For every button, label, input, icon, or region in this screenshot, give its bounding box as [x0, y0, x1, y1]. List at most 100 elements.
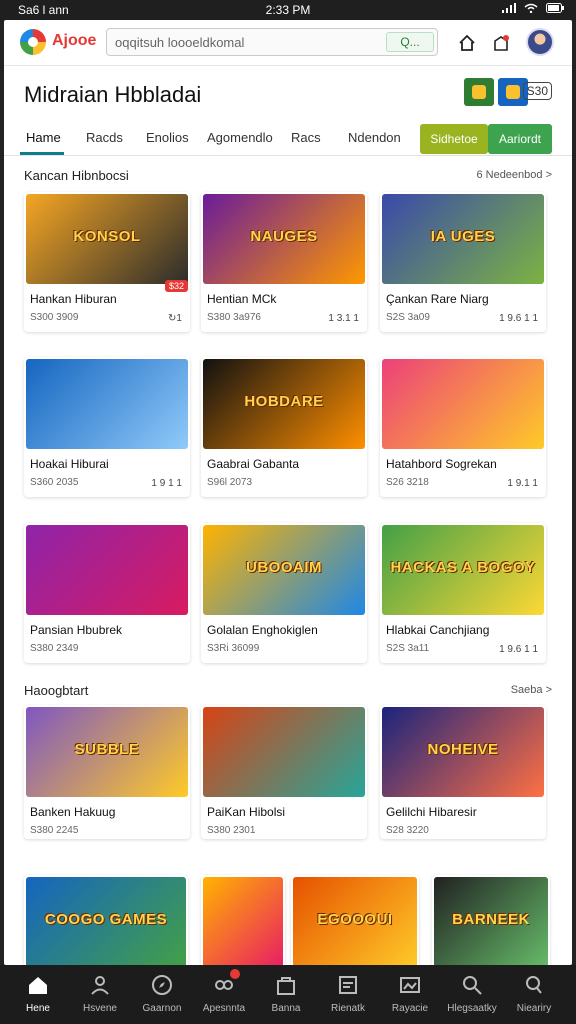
game-title[interactable]: Pansian Hbubrek [30, 623, 122, 637]
game-thumbnail[interactable]: NOHEIVE [382, 707, 544, 797]
home-icon[interactable] [454, 30, 480, 56]
thumbnail-title-art: KONSOL [73, 228, 141, 245]
game-thumbnail[interactable] [382, 359, 544, 449]
game-thumbnail[interactable]: IA UGES [382, 194, 544, 284]
game-price: S380 2245 [30, 825, 79, 836]
game-thumbnail[interactable]: UBOOAIM [203, 525, 365, 615]
app-screen: Ajooe Q... Midraian Hbbladai S30 Hame Ra… [4, 20, 572, 965]
game-card[interactable]: NAUGES Hentian MCk S380 3a976 1 3.1 1 [201, 192, 367, 332]
nav-item-home[interactable]: Hene [6, 973, 70, 1014]
thumbnail-title-art: HOBDARE [244, 393, 324, 410]
category-tabs: Hame Racds Enolios Agomendlo Racs Ndendo… [4, 124, 572, 156]
nav-item-compass[interactable]: Gaarnon [130, 973, 194, 1014]
game-card[interactable]: Pansian Hbubrek S380 2349 [24, 523, 190, 663]
game-card[interactable]: Hatahbord Sogrekan S26 3218 1 9.1 1 [380, 357, 546, 497]
nav-item-list[interactable]: Rienatk [316, 973, 380, 1014]
title-tag[interactable]: S30 [522, 82, 552, 100]
game-thumbnail[interactable]: EGOOOUI [293, 877, 417, 965]
nav-item-magnify[interactable]: Nieariry [502, 973, 566, 1014]
nav-item-bag[interactable]: Banna [254, 973, 318, 1014]
tab-5[interactable]: Racs [291, 130, 321, 145]
game-thumbnail[interactable] [203, 707, 365, 797]
nav-label: Banna [271, 1003, 301, 1014]
game-thumbnail[interactable]: HOBDARE [203, 359, 365, 449]
filter-pill-2[interactable]: Aariordt [488, 124, 552, 154]
device-frame: Sa6 l ann 2:33 PM Ajooe Q... Midraian H [0, 0, 576, 1024]
game-title[interactable]: Gelilchi Hibaresir [386, 805, 477, 819]
tab-4[interactable]: Agomendlo [207, 130, 273, 145]
game-thumbnail[interactable]: HACKAS A BOGOY [382, 525, 544, 615]
nav-item-image[interactable]: Rayacie [378, 973, 442, 1014]
game-price: S28 3220 [386, 825, 429, 836]
nav-label: Nieariry [516, 1003, 552, 1014]
tab-home[interactable]: Hame [26, 130, 61, 145]
app-bar: Ajooe Q... [4, 20, 572, 66]
game-title[interactable]: Hatahbord Sogrekan [386, 457, 497, 471]
game-price: S2S 3a11 [386, 643, 430, 654]
nav-item-games[interactable]: Apesnnta [192, 969, 256, 1014]
game-thumbnail[interactable]: NAUGES [203, 194, 365, 284]
game-thumbnail[interactable]: KONSOL [26, 194, 188, 284]
notification-dot [230, 969, 240, 979]
game-card[interactable]: HACKAS A BOGOY Hlabkai Canchjiang S2S 3a11… [380, 523, 546, 663]
nav-label: Hene [26, 1003, 50, 1014]
game-card[interactable]: IA UGES Çankan Rare Niarg S2S 3a09 1 9.6 1 … [380, 192, 546, 332]
game-icon-green[interactable] [464, 78, 494, 106]
image-icon [400, 977, 420, 993]
avatar[interactable] [526, 28, 554, 56]
search-button[interactable]: Q... [386, 32, 434, 52]
game-title[interactable]: Hlabkai Canchjiang [386, 623, 489, 637]
search-bar[interactable]: Q... [106, 28, 438, 56]
game-title[interactable]: Hankan Hiburan [30, 292, 117, 306]
game-thumbnail[interactable] [26, 525, 188, 615]
game-title[interactable]: Hoakai Hiburai [30, 457, 109, 471]
game-card[interactable]: BARNEEK [432, 875, 550, 965]
game-thumbnail[interactable]: BARNEEK [434, 877, 548, 965]
game-title[interactable]: Golalan Enghokiglen [207, 623, 318, 637]
game-card[interactable]: EGOOOUI [291, 875, 419, 965]
filter-pill-1[interactable]: Sidhetoe [420, 124, 488, 154]
app-logo-icon[interactable] [20, 29, 46, 55]
game-title[interactable]: Banken Hakuug [30, 805, 115, 819]
section-see-all-link[interactable]: 6 Nedeenbod > [476, 169, 552, 181]
section-see-all-link-2[interactable]: Saeba > [511, 684, 552, 696]
notification-icon[interactable] [488, 30, 514, 56]
game-thumbnail[interactable]: COOGO GAMES [26, 877, 186, 965]
tab-6[interactable]: Ndendon [348, 130, 401, 145]
game-title[interactable]: PaiKan Hibolsi [207, 805, 285, 819]
game-rating: ↻1 [168, 313, 182, 324]
thumbnail-title-art: HACKAS A BOGOY [390, 559, 536, 576]
game-card[interactable]: COOGO GAMES [24, 875, 188, 965]
game-card[interactable] [201, 875, 285, 965]
game-card[interactable]: UBOOAIM Golalan Enghokiglen S3Ri 36099 [201, 523, 367, 663]
nav-label: Hlegsaatky [447, 1003, 497, 1014]
thumbnail-title-art: COOGO GAMES [44, 911, 168, 928]
game-card[interactable]: HOBDARE Gaabrai Gabanta S96l 2073 [201, 357, 367, 497]
list-icon [339, 976, 357, 994]
game-title[interactable]: Gaabrai Gabanta [207, 457, 299, 471]
game-price: S300 3909 [30, 312, 79, 323]
game-thumbnail[interactable]: SUBBLE [26, 707, 188, 797]
game-card[interactable]: SUBBLE Banken Hakuug S380 2245 [24, 705, 190, 839]
game-card[interactable]: NOHEIVE Gelilchi Hibaresir S28 3220 [380, 705, 546, 839]
active-tab-indicator [20, 152, 64, 155]
nav-item-person[interactable]: Hsvene [68, 973, 132, 1014]
game-card[interactable]: Hoakai Hiburai S360 2035 1 9 1 1 [24, 357, 190, 497]
game-price: S380 2349 [30, 643, 79, 654]
nav-item-search[interactable]: Hlegsaatky [440, 973, 504, 1014]
game-thumbnail[interactable] [203, 877, 283, 965]
game-card[interactable]: PaiKan Hibolsi S380 2301 [201, 705, 367, 839]
tab-2[interactable]: Racds [86, 130, 123, 145]
game-title[interactable]: Hentian MCk [207, 292, 276, 306]
game-price: S96l 2073 [207, 477, 253, 488]
game-price: S360 2035 [30, 477, 79, 488]
game-card[interactable]: KONSOL Hankan Hiburan S300 3909 ↻1 $32 [24, 192, 190, 332]
signal-icon [502, 3, 516, 13]
app-logo-text[interactable]: Ajooe [52, 32, 96, 50]
game-title[interactable]: Çankan Rare Niarg [386, 292, 489, 306]
tab-3[interactable]: Enolios [146, 130, 189, 145]
game-thumbnail[interactable] [26, 359, 188, 449]
game-price: S380 2301 [207, 825, 256, 836]
search-input[interactable] [115, 33, 385, 51]
thumbnail-title-art: BARNEEK [452, 911, 530, 928]
